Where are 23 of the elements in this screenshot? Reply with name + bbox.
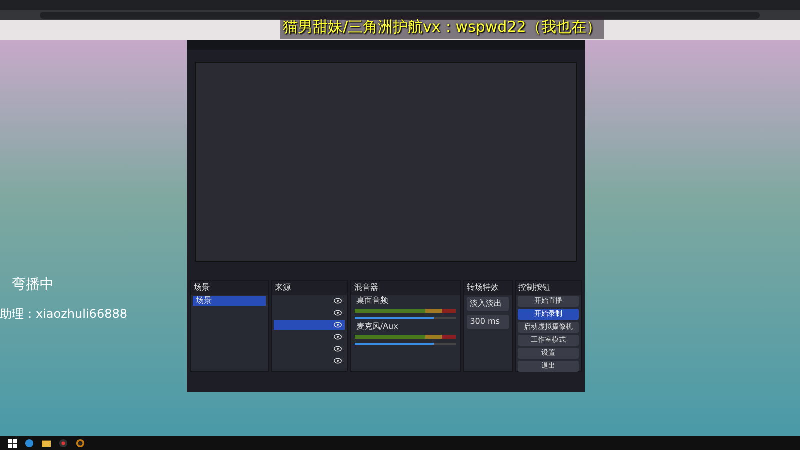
dock-title: 转场特效: [464, 281, 512, 295]
channel-name: 麦克风/Aux: [355, 322, 400, 332]
record-app-icon[interactable]: [59, 438, 68, 448]
duration-field[interactable]: 300 ms: [467, 315, 509, 329]
assistant-contact-text: 助理：xiaozhuli66888: [0, 306, 128, 323]
eye-icon[interactable]: [334, 346, 342, 352]
dock-title: 场景: [191, 281, 268, 295]
transition-select[interactable]: 淡入淡出: [467, 297, 509, 311]
eye-icon[interactable]: [334, 298, 342, 304]
folder-icon[interactable]: [42, 438, 51, 448]
stream-status-text: 弯播中: [12, 276, 54, 295]
eye-icon[interactable]: [334, 322, 342, 328]
eye-icon[interactable]: [334, 334, 342, 340]
dock-title: 混音器: [351, 281, 460, 295]
scene-item[interactable]: 场景: [193, 296, 266, 306]
eye-icon[interactable]: [334, 358, 342, 364]
source-item[interactable]: [274, 320, 346, 330]
dock-title: 来源: [272, 281, 348, 295]
eye-icon[interactable]: [334, 310, 342, 316]
dock-title: 控制按钮: [516, 281, 581, 295]
windows-start-icon[interactable]: [8, 438, 17, 448]
overlay-caption: 猫男甜妹/三角洲护航vx：wspwd22（我也在）: [280, 16, 604, 38]
channel-name: 桌面音频: [355, 296, 390, 306]
